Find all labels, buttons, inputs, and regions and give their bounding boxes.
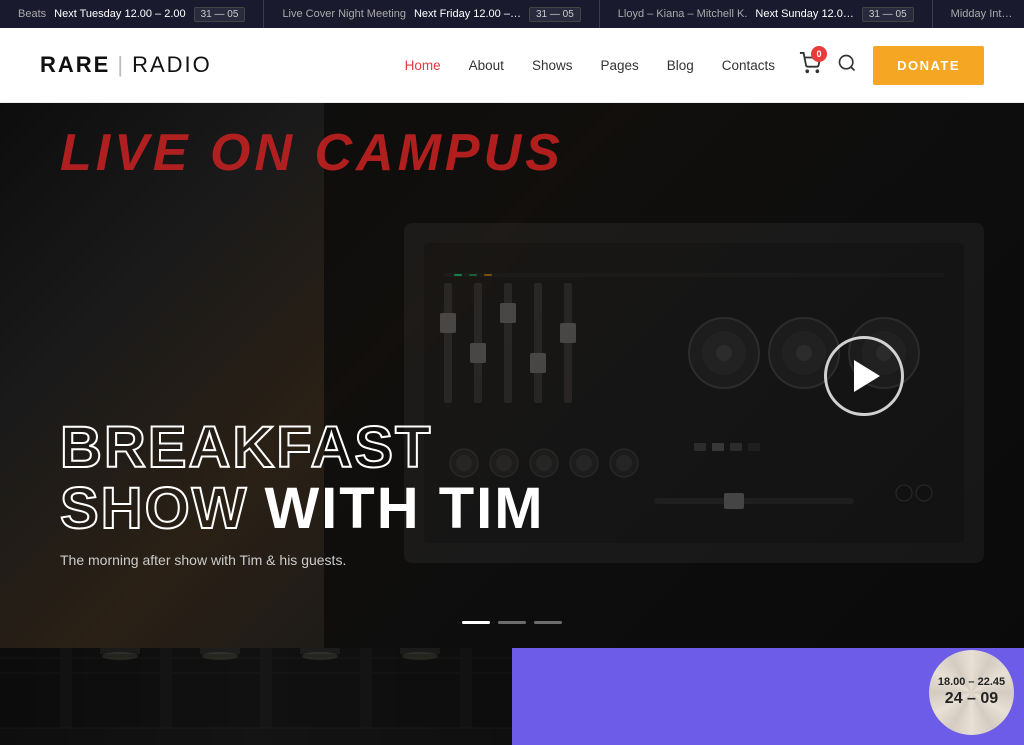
hero-title-show: SHOW xyxy=(60,479,248,540)
underground-image xyxy=(0,648,512,745)
slider-dots xyxy=(462,621,562,624)
play-icon xyxy=(854,360,880,392)
ticker-date-2: 31 — 05 xyxy=(529,7,581,22)
stamp-content: 18.00 – 22.45 24 – 09 xyxy=(938,675,1005,710)
ticker-inner: Beats Next Tuesday 12.00 – 2.00 31 — 05 … xyxy=(0,0,1024,28)
logo-rare: RARE xyxy=(40,52,110,78)
nav-about[interactable]: About xyxy=(469,58,504,73)
donate-button[interactable]: DONATE xyxy=(873,46,984,85)
ticker-item-4: Midday Int… 25 — 06 xyxy=(933,0,1024,28)
nav-contacts[interactable]: Contacts xyxy=(722,58,775,73)
cart-button[interactable]: 0 xyxy=(799,52,821,79)
stamp-time: 18.00 – 22.45 xyxy=(938,675,1005,689)
ticker-label-1: Beats xyxy=(18,8,46,20)
main-nav: Home About Shows Pages Blog Contacts xyxy=(405,58,775,73)
header-actions: 0 DONATE xyxy=(799,46,984,85)
hero-title-with-tim: WITH TIM xyxy=(264,479,544,540)
logo[interactable]: RARE | RADIO xyxy=(40,52,212,78)
ticker-time-2: Next Friday 12.00 –… xyxy=(414,8,521,20)
search-button[interactable] xyxy=(837,53,857,78)
bottom-teaser: 18.00 – 22.45 24 – 09 xyxy=(0,648,1024,745)
hero-title-line1: BREAKFAST xyxy=(60,418,545,479)
ticker-time-1: Next Tuesday 12.00 – 2.00 xyxy=(54,8,185,20)
dot-1[interactable] xyxy=(462,621,490,624)
ticker-date-3: 31 — 05 xyxy=(862,7,914,22)
ticker-item-3: Lloyd – Kiana – Mitchell K. Next Sunday … xyxy=(600,0,933,28)
search-icon xyxy=(837,53,857,73)
nav-home[interactable]: Home xyxy=(405,58,441,73)
dot-2[interactable] xyxy=(498,621,526,624)
play-button[interactable] xyxy=(824,336,904,416)
nav-shows[interactable]: Shows xyxy=(532,58,573,73)
nav-pages[interactable]: Pages xyxy=(600,58,638,73)
nav-blog[interactable]: Blog xyxy=(667,58,694,73)
ticker-label-4: Midday Int… xyxy=(951,8,1013,20)
stamp-date: 24 – 09 xyxy=(938,689,1005,710)
stamp-badge: 18.00 – 22.45 24 – 09 xyxy=(929,650,1014,735)
hero-subtitle: The morning after show with Tim & his gu… xyxy=(60,552,545,568)
bottom-left-panel xyxy=(0,648,512,745)
hero-sign: LIVE ON CAMPUS xyxy=(60,123,564,183)
hero-section: LIVE ON CAMPUS BREAKFAST SHOW WITH TIM T… xyxy=(0,103,1024,648)
logo-radio: RADIO xyxy=(132,52,212,78)
ticker-date-1: 31 — 05 xyxy=(194,7,246,22)
dot-3[interactable] xyxy=(534,621,562,624)
cart-count: 0 xyxy=(811,46,827,62)
hero-content: BREAKFAST SHOW WITH TIM The morning afte… xyxy=(60,418,545,568)
ticker-time-3: Next Sunday 12.0… xyxy=(755,8,853,20)
ticker-item-1: Beats Next Tuesday 12.00 – 2.00 31 — 05 xyxy=(0,0,264,28)
header: RARE | RADIO Home About Shows Pages Blog… xyxy=(0,28,1024,103)
ticker-label-3: Lloyd – Kiana – Mitchell K. xyxy=(618,8,748,20)
bottom-right-panel: 18.00 – 22.45 24 – 09 xyxy=(512,648,1024,745)
ticker-item-2: Live Cover Night Meeting Next Friday 12.… xyxy=(264,0,599,28)
ticker-bar: Beats Next Tuesday 12.00 – 2.00 31 — 05 … xyxy=(0,0,1024,28)
ticker-label-2: Live Cover Night Meeting xyxy=(282,8,406,20)
